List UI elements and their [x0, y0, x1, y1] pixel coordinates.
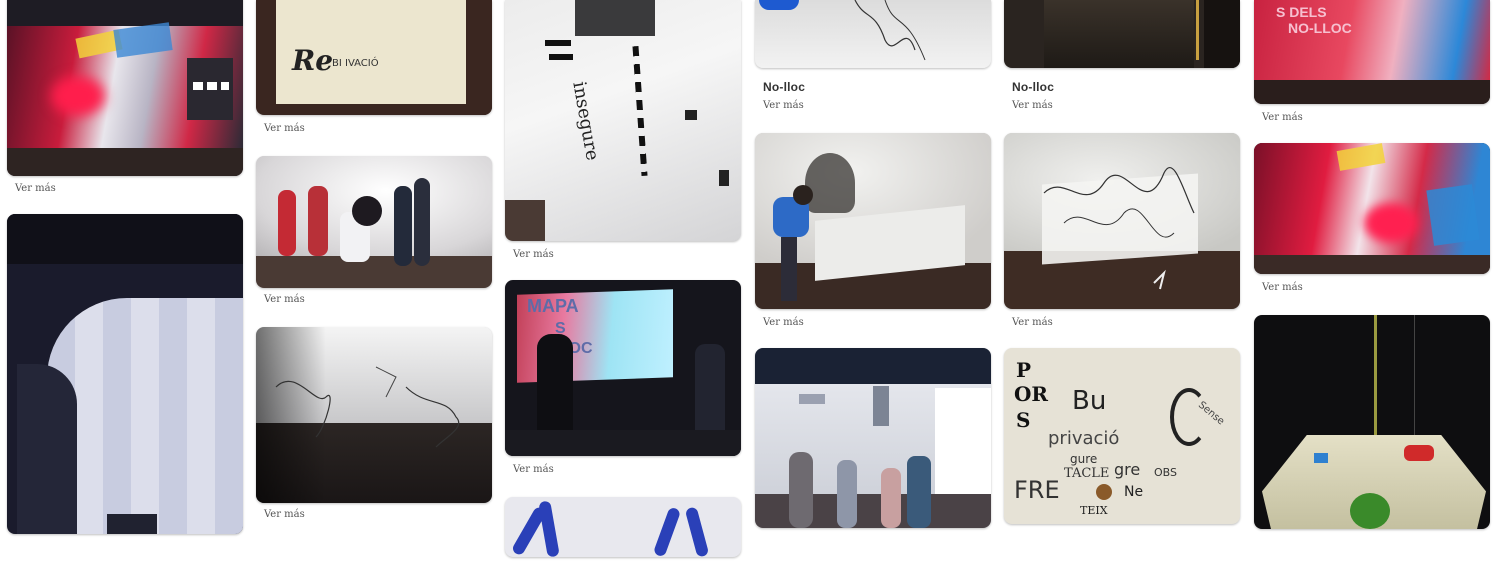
pin-image[interactable] [755, 133, 991, 309]
pin-image[interactable] [755, 0, 991, 68]
pin-card[interactable]: No-lloc Ver más [1004, 0, 1240, 113]
pin-image[interactable] [7, 0, 243, 176]
see-more-link[interactable]: Ver más [264, 294, 305, 305]
pin-image[interactable] [256, 327, 492, 503]
pin-image[interactable] [505, 497, 741, 557]
pin-column-3: insegure Ver más MAPA S LLOC Ver más [505, 0, 741, 575]
pin-photo-text: S DELS [1276, 4, 1327, 20]
pin-card[interactable]: P OR S Bu privació gure TACLE gre FRE Ne… [1004, 348, 1240, 542]
see-more-link[interactable]: Ver más [1262, 282, 1303, 293]
pin-card[interactable]: Ver más [256, 327, 492, 522]
pin-card[interactable] [7, 214, 243, 552]
wall-drawing [1043, 166, 1195, 290]
pin-photo-text: OBS [1154, 466, 1177, 479]
see-more-link[interactable]: Ver más [264, 509, 305, 520]
pin-image[interactable]: S DELS NO-LLOC [1254, 0, 1490, 104]
see-more-link[interactable]: Ver más [763, 100, 804, 111]
pin-title[interactable]: No-lloc [763, 80, 991, 94]
pin-image[interactable]: insegure [505, 0, 741, 241]
pin-card[interactable]: Ver más [256, 156, 492, 307]
see-more-link[interactable]: Ver más [1012, 100, 1053, 111]
pin-image[interactable] [1254, 315, 1490, 529]
pin-column-4: No-lloc Ver más Ver más [755, 0, 991, 546]
pin-image[interactable]: Re BI IVACIÓ [256, 0, 492, 115]
pin-image[interactable] [7, 214, 243, 534]
pin-card[interactable]: Ver más [755, 133, 991, 330]
see-more-link[interactable]: Ver más [513, 249, 554, 260]
pin-image[interactable] [755, 348, 991, 528]
pin-photo-text: Re [292, 44, 334, 77]
see-more-link[interactable]: Ver más [264, 123, 305, 134]
pin-image[interactable]: P OR S Bu privació gure TACLE gre FRE Ne… [1004, 348, 1240, 524]
pin-photo-text: privació [1048, 428, 1120, 449]
pin-column-2: Re BI IVACIÓ Ver más Ver más Ver más [256, 0, 492, 522]
pin-photo-text: gre [1114, 460, 1141, 479]
pin-image[interactable] [1004, 133, 1240, 309]
pin-card[interactable]: Ver más [1254, 143, 1490, 295]
pin-photo-text: P [1016, 358, 1032, 382]
pin-card[interactable]: Re BI IVACIÓ Ver más [256, 0, 492, 136]
pin-image[interactable]: MAPA S LLOC [505, 280, 741, 456]
pin-card[interactable]: insegure Ver más [505, 0, 741, 262]
pin-photo-text: FRE [1014, 476, 1060, 504]
wall-drawing [854, 0, 926, 61]
pin-column-1: Ver más [7, 0, 243, 552]
pin-card[interactable]: Ver más [7, 0, 243, 196]
pin-card[interactable]: No-lloc Ver más [755, 0, 991, 113]
pin-column-6: S DELS NO-LLOC Ver más Ver más [1254, 0, 1490, 547]
see-more-link[interactable]: Ver más [763, 317, 804, 328]
pin-photo-text: Bu [1072, 386, 1107, 416]
pin-card[interactable] [755, 348, 991, 546]
pin-column-5: No-lloc Ver más Ver más P OR S Bu privac… [1004, 0, 1240, 542]
pin-card[interactable] [1254, 315, 1490, 547]
pin-image[interactable] [1004, 0, 1240, 68]
pin-photo-text: NO-LLOC [1288, 20, 1352, 36]
pin-photo-text: MAPA [527, 296, 579, 316]
pin-photo-text: TACLE [1064, 466, 1110, 481]
pin-photo-text: S [1016, 408, 1031, 432]
see-more-link[interactable]: Ver más [15, 183, 56, 194]
pin-image[interactable] [1254, 143, 1490, 274]
pin-photo-text: TEIX [1080, 504, 1108, 517]
pin-card[interactable]: MAPA S LLOC Ver más [505, 280, 741, 477]
pin-photo-text: OR [1014, 382, 1049, 406]
pin-title[interactable]: No-lloc [1012, 80, 1240, 94]
pin-card[interactable]: S DELS NO-LLOC Ver más [1254, 0, 1490, 125]
see-more-link[interactable]: Ver más [1262, 112, 1303, 123]
pin-photo-text: BI IVACIÓ [332, 58, 379, 69]
see-more-link[interactable]: Ver más [513, 464, 554, 475]
see-more-link[interactable]: Ver más [1012, 317, 1053, 328]
pin-image[interactable] [256, 156, 492, 288]
pin-photo-text: Ne [1124, 484, 1144, 500]
pin-card[interactable] [505, 497, 741, 575]
pin-photo-text: gure [1070, 452, 1098, 466]
wall-drawing [275, 366, 460, 448]
pin-card[interactable]: Ver más [1004, 133, 1240, 330]
